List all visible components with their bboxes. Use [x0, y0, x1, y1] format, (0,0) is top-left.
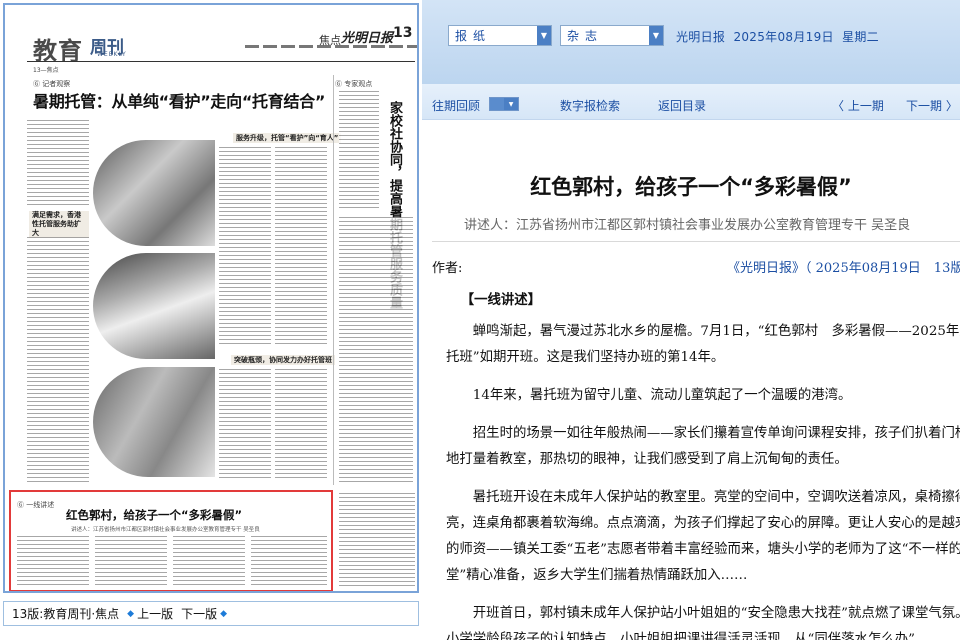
paper-masthead-logo: 光明日报 — [341, 31, 394, 46]
article-teller: 讲述人：江苏省扬州市江都区郭村镇社会事业发展办公室教育管理专干 吴圣良 — [464, 218, 911, 233]
issue-info: 光明日报 2025年08月19日 星期二 — [676, 30, 879, 44]
calendar-icon — [490, 98, 504, 110]
article-paragraph: 14年来，暑托班为留守儿童、流动儿童筑起了一个温暖的港湾。 — [472, 388, 852, 403]
chevron-down-icon: ▼ — [649, 26, 663, 45]
article-text-block — [275, 147, 327, 347]
article-paragraph: 蝉鸣渐起，暑气漫过苏北水乡的屋檐。7月1日，“红色郭村 多彩暑假——2025年爱… — [446, 324, 960, 365]
article-source: 《光明日报》（ 2025年08月19日 13版） — [727, 261, 960, 276]
newspaper-page-image[interactable]: 教育 周刊 WEEKLY 焦点 光明日报 13 13—焦点 Ⓖ 记者观察 Ⓖ 专… — [3, 3, 419, 593]
next-issue-link[interactable]: 下一期 〉 — [906, 97, 958, 114]
page-number: 13 — [393, 25, 413, 41]
sub-headline-3: 突破瓶颈，协同发力办好托管班 — [231, 355, 335, 365]
article-text-block — [339, 91, 379, 211]
top-bar: 报纸 ▼ 杂志 ▼ 光明日报 2025年08月19日 星期二 — [422, 0, 960, 84]
next-page-link[interactable]: 下一版 ◆ — [181, 605, 227, 622]
magazine-select[interactable]: 杂志 ▼ — [560, 25, 664, 46]
current-page-label: 13版:教育周刊·焦点 — [12, 607, 120, 621]
article-paragraph: 开班首日，郭村镇未成年人保护站小叶姐姐的“安全隐患大找茬”就点燃了课堂气氛。针对… — [446, 606, 960, 640]
article-author-label: 作者: — [432, 261, 463, 276]
article-text-block — [339, 217, 413, 485]
chevron-down-icon: ▼ — [504, 98, 518, 110]
sub-headline-2: 满足需求，香港性托管服务助扩大 — [29, 211, 89, 238]
column-divider — [333, 75, 334, 485]
article-body: 【一线讲述】 蝉鸣渐起，暑气漫过苏北水乡的屋檐。7月1日，“红色郭村 多彩暑假—… — [446, 287, 960, 640]
article-paragraph: 暑托班开设在未成年人保护站的教室里。亮堂的空间中，空调吹送着凉风，桌椅擦得锃亮，… — [446, 490, 960, 583]
highlight-byline: 讲述人：江苏省扬州市江都区郭村镇社会事业发展办公室教育管理专干 吴圣良 — [71, 527, 260, 533]
article-text-block — [219, 369, 271, 479]
chevron-down-icon: ▼ — [537, 26, 551, 45]
highlighted-article-region[interactable]: Ⓖ 一线讲述 红色郭村，给孩子一个“多彩暑假” 讲述人：江苏省扬州市江都区郭村镇… — [9, 490, 333, 591]
news-photo-2 — [93, 253, 215, 359]
article-text-block — [219, 147, 271, 347]
page-sub-label: 13—焦点 — [33, 67, 59, 74]
highlight-tag: Ⓖ 一线讲述 — [17, 501, 55, 509]
article-divider — [432, 241, 960, 242]
article-text-block — [27, 237, 89, 485]
navigation-bar: 往期回顾 ▼ 数字报检索 返回目录 〈 上一期 下一期 〉 — [422, 84, 960, 120]
back-to-toc-link[interactable]: 返回目录 — [658, 97, 706, 114]
header-divider — [27, 61, 415, 62]
chevron-left-icon: 〈 — [832, 99, 845, 113]
article-text-block — [17, 536, 89, 588]
section-weekly-en: WEEKLY — [97, 51, 127, 58]
main-headline[interactable]: 暑期托管：从单纯“看护”走向“托育结合” — [33, 88, 325, 112]
diamond-icon: ◆ — [127, 608, 135, 619]
article-text-block — [339, 493, 415, 589]
newspaper-page-panel: 教育 周刊 WEEKLY 焦点 光明日报 13 13—焦点 Ⓖ 记者观察 Ⓖ 专… — [0, 0, 422, 640]
article-text-block — [27, 120, 89, 206]
calendar-dropdown[interactable]: ▼ — [489, 97, 519, 111]
article-text-block — [251, 536, 327, 588]
header-focus-label: 焦点 — [319, 34, 341, 47]
chevron-right-icon: 〉 — [945, 99, 958, 113]
reader-pane: 报纸 ▼ 杂志 ▼ 光明日报 2025年08月19日 星期二 往期回顾 ▼ 数字… — [422, 0, 960, 640]
past-issues-link[interactable]: 往期回顾 — [432, 97, 480, 114]
digital-search-link[interactable]: 数字报检索 — [560, 97, 620, 114]
article-text-block — [275, 369, 327, 479]
article-text-block — [95, 536, 167, 588]
news-photo-3 — [93, 367, 215, 477]
prev-page-link[interactable]: ◆ 上一版 — [127, 605, 173, 622]
page-navigation-bar: 13版:教育周刊·焦点 ◆ 上一版 下一版 ◆ — [3, 601, 419, 626]
newspaper-select[interactable]: 报纸 ▼ — [448, 25, 552, 46]
article-title: 红色郭村，给孩子一个“多彩暑假” — [530, 175, 852, 199]
article-content: 红色郭村，给孩子一个“多彩暑假” 讲述人：江苏省扬州市江都区郭村镇社会事业发展办… — [422, 121, 960, 640]
tag-expert-view: Ⓖ 专家观点 — [335, 80, 373, 88]
article-paragraph: 招生时的场景一如往年般热闹——家长们攥着宣传单询问课程安排，孩子们扒着门框兴奋地… — [446, 426, 960, 467]
sub-headline-1: 服务升级，托管“看护”向“育人” — [233, 133, 342, 143]
news-photo-1 — [93, 140, 215, 246]
highlight-title: 红色郭村，给孩子一个“多彩暑假” — [66, 508, 243, 522]
diamond-icon: ◆ — [220, 608, 228, 619]
article-section-heading: 【一线讲述】 — [460, 292, 542, 308]
article-text-block — [173, 536, 245, 588]
prev-issue-link[interactable]: 〈 上一期 — [832, 97, 884, 114]
